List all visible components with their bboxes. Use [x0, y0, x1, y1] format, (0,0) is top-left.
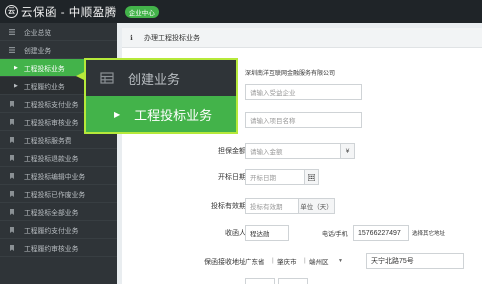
sidebar-item-label: 工程投标已作废业务: [24, 191, 86, 199]
sidebar-item-label: 工程投标服务费: [24, 137, 72, 145]
currency-addon: ¥: [341, 143, 355, 159]
address-label: 保函接收地址: [204, 259, 246, 266]
bid-date-label: 开标日期: [218, 174, 246, 181]
address-detail-input[interactable]: 天宁北路75号: [366, 253, 464, 269]
days-unit-addon: 单位（天）: [299, 198, 335, 214]
beneficiary-input[interactable]: 请输入受益企业: [245, 84, 362, 100]
grid-icon: [8, 28, 15, 35]
brand-title: 云保函 - 中顺盈腾: [21, 6, 117, 19]
sidebar-item-bid-refund[interactable]: 工程投标退款业务: [0, 149, 117, 167]
callout-pointer: [76, 72, 84, 80]
sidebar-item-bid-all[interactable]: 工程投标全部业务: [0, 203, 117, 221]
callout-bid-business[interactable]: ▶ 工程投标业务: [86, 96, 236, 132]
phone-label: 电话/手机: [322, 232, 348, 238]
separator: |: [304, 257, 306, 264]
city-select[interactable]: 肇庆市: [277, 253, 303, 269]
validity-input[interactable]: 投标有效期: [245, 198, 299, 214]
bookmark-icon: [8, 118, 15, 125]
province-select[interactable]: 广东省: [245, 253, 271, 269]
sidebar-item-label: 工程投标审核业务: [24, 119, 79, 127]
chevron-right-icon: ▶: [14, 64, 18, 71]
amount-input[interactable]: 请输入金额: [245, 143, 341, 159]
calendar-icon[interactable]: [305, 169, 319, 185]
amount-label: 担保金额: [218, 148, 246, 155]
recipient-name-input[interactable]: 程达勋: [245, 225, 289, 241]
sidebar-item-label: 创建业务: [24, 47, 52, 55]
panel-title: 办理工程投标业务: [144, 34, 200, 42]
bookmark-icon: [8, 244, 15, 251]
top-header: 云 云保函 - 中顺盈腾 企业中心: [0, 0, 482, 23]
sidebar-item-label: 企业总览: [24, 29, 52, 37]
bookmark-icon: [8, 136, 15, 143]
choose-other-address-link[interactable]: 选择其它地址: [412, 229, 445, 237]
recipient-label: 收函人: [225, 230, 246, 237]
bookmark-icon: [8, 154, 15, 161]
sidebar-item-performance-review[interactable]: 工程履约审核业务: [0, 239, 117, 257]
chevron-right-icon: ▶: [14, 82, 18, 89]
project-name-input[interactable]: 请输入项目名称: [245, 112, 362, 128]
grid-icon: [100, 71, 114, 85]
sidebar-item-label: 工程投标退款业务: [24, 155, 79, 163]
sidebar-item-label: 工程投标编辑中业务: [24, 173, 86, 181]
sidebar-item-label: 工程履约审核业务: [24, 245, 79, 253]
callout-bottom-label: 工程投标业务: [134, 107, 213, 123]
bid-date-input[interactable]: 开标日期: [245, 169, 305, 185]
chevron-down-icon: ▼: [338, 258, 343, 264]
bookmark-icon: [8, 208, 15, 215]
logo-icon: 云: [5, 5, 18, 18]
extra-input[interactable]: [278, 278, 308, 284]
zoom-callout: 创建业务 ▶ 工程投标业务: [84, 58, 238, 134]
callout-top-label: 创建业务: [128, 71, 181, 87]
grid-icon: [8, 46, 15, 53]
sidebar-item-label: 工程履约支付业务: [24, 227, 79, 235]
info-icon: ℹ: [130, 34, 133, 42]
enterprise-center-badge[interactable]: 企业中心: [124, 5, 159, 18]
sidebar-item-overview[interactable]: 企业总览: [0, 23, 117, 41]
district-select[interactable]: 端州区 ▼: [309, 253, 346, 269]
sidebar-item-create[interactable]: 创建业务: [0, 41, 117, 59]
separator: |: [272, 257, 274, 264]
bookmark-icon: [8, 226, 15, 233]
sidebar-item-label: 工程履约业务: [23, 83, 65, 91]
bookmark-icon: [8, 100, 15, 107]
validity-label: 投标有效期: [211, 203, 246, 210]
sidebar-item-label: 工程投标支付业务: [24, 101, 79, 109]
sidebar-item-bid-editing[interactable]: 工程投标编辑中业务: [0, 167, 117, 185]
panel-header: ℹ 办理工程投标业务: [122, 28, 482, 48]
bookmark-icon: [8, 190, 15, 197]
phone-input[interactable]: 15766227497: [353, 225, 409, 241]
company-name: 深圳南洋互联网金融服务有限公司: [245, 71, 336, 77]
chevron-right-icon: ▶: [114, 109, 121, 119]
callout-create-business[interactable]: 创建业务: [86, 60, 236, 96]
sidebar-item-performance-payment[interactable]: 工程履约支付业务: [0, 221, 117, 239]
sidebar-item-label: 工程投标业务: [23, 65, 65, 73]
sidebar-item-label: 工程投标全部业务: [24, 209, 79, 217]
bookmark-icon: [8, 172, 15, 179]
extra-input[interactable]: [245, 278, 275, 284]
sidebar-item-bid-voided[interactable]: 工程投标已作废业务: [0, 185, 117, 203]
